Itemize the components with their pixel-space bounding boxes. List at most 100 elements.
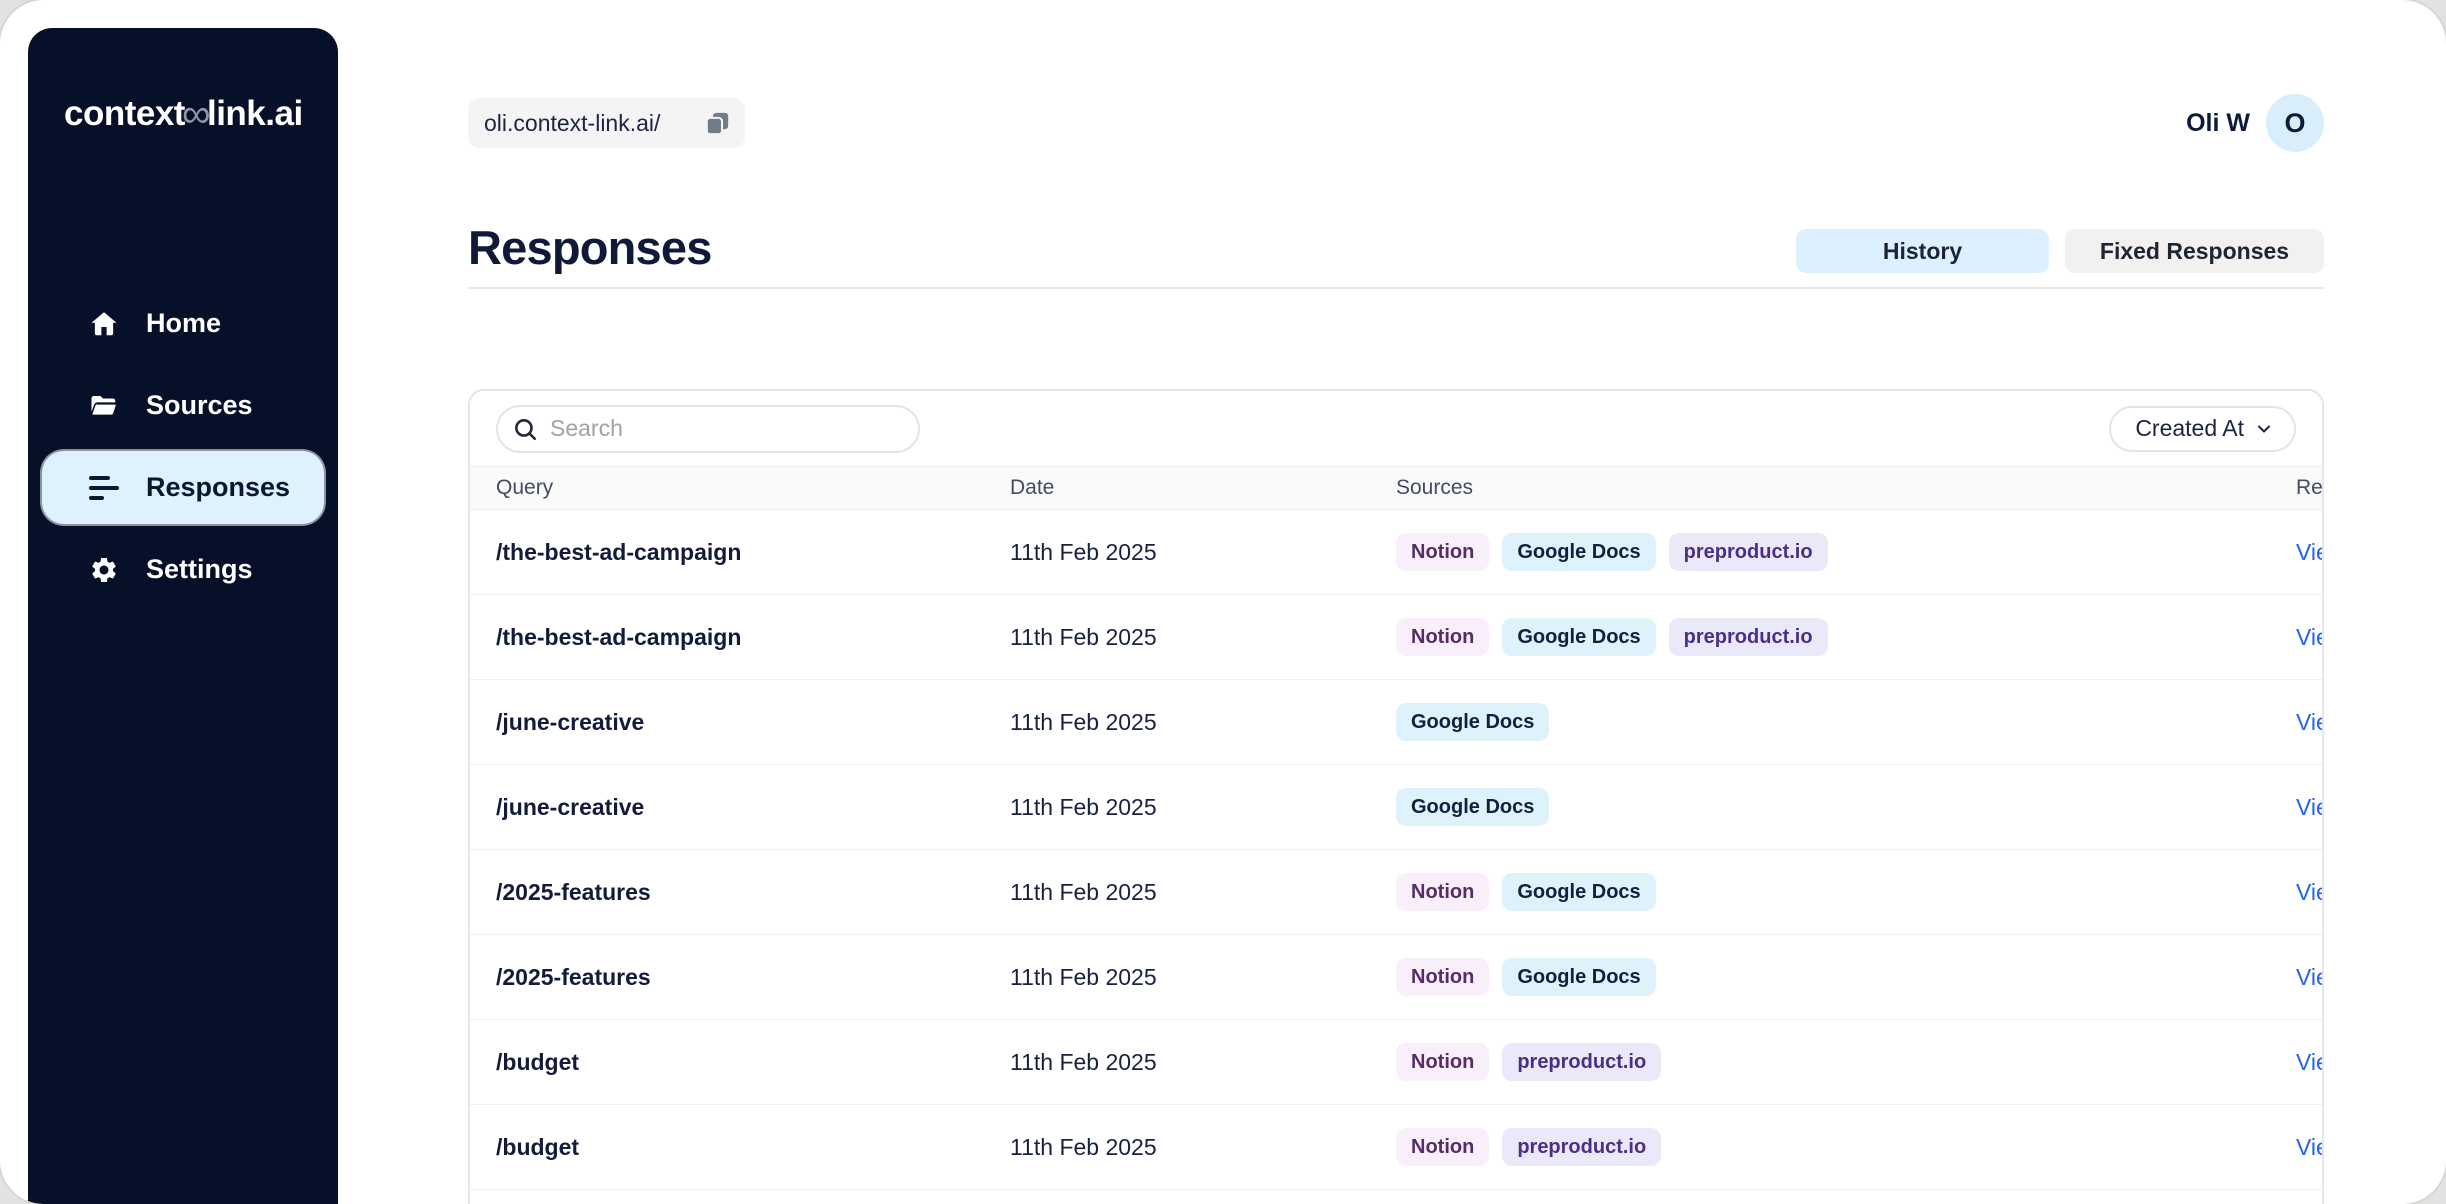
chevron-down-icon (2254, 419, 2274, 439)
query-cell: /june-creative (496, 709, 1010, 736)
view-link[interactable]: View (2296, 794, 2324, 820)
gear-icon (88, 554, 120, 586)
view-link[interactable]: View (2296, 1134, 2324, 1160)
date-cell: 11th Feb 2025 (1010, 709, 1396, 736)
date-cell: 11th Feb 2025 (1010, 879, 1396, 906)
sidebar-item-home[interactable]: Home (42, 287, 324, 360)
query-cell: /budget (496, 1134, 1010, 1161)
search-box (496, 405, 920, 453)
table-header-row: Query Date Sources Response (470, 466, 2322, 510)
page-header: Responses History Fixed Responses (468, 220, 2324, 275)
source-badge-notion: Notion (1396, 1128, 1489, 1166)
query-cell: /june-creative (496, 794, 1010, 821)
page-title: Responses (468, 220, 712, 275)
avatar[interactable]: O (2266, 94, 2324, 152)
response-cell: View (2296, 709, 2324, 736)
sidebar-item-label: Home (146, 308, 221, 339)
table-row: /june-creative 11th Feb 2025 Google Docs… (470, 765, 2322, 850)
response-cell: View (2296, 879, 2324, 906)
response-cell: View (2296, 964, 2324, 991)
query-cell: /the-best-ad-campaign (496, 539, 1010, 566)
sources-cell: Notion preproduct.io (1396, 1128, 2296, 1166)
tab-group: History Fixed Responses (1796, 229, 2324, 273)
view-link[interactable]: View (2296, 624, 2324, 650)
date-cell: 11th Feb 2025 (1010, 1049, 1396, 1076)
table-row: /june-creative 11th Feb 2025 Google Docs… (470, 680, 2322, 765)
source-badge-notion: Notion (1396, 533, 1489, 571)
table-row: /the-best-ad-campaign 11th Feb 2025 Noti… (470, 510, 2322, 595)
query-cell: /budget (496, 1049, 1010, 1076)
source-badge-notion: Notion (1396, 618, 1489, 656)
source-badge-google-docs: Google Docs (1502, 533, 1655, 571)
column-header-response: Response (2296, 476, 2324, 500)
view-link[interactable]: View (2296, 1049, 2324, 1075)
response-cell: View (2296, 624, 2324, 651)
source-badge-google-docs: Google Docs (1502, 958, 1655, 996)
view-link[interactable]: View (2296, 709, 2324, 735)
user-name: Oli W (2186, 109, 2250, 138)
sidebar-item-settings[interactable]: Settings (42, 533, 324, 606)
source-badge-preproduct: preproduct.io (1502, 1043, 1661, 1081)
sidebar-item-label: Responses (146, 472, 290, 503)
source-badge-preproduct: preproduct.io (1502, 1128, 1661, 1166)
source-badge-google-docs: Google Docs (1396, 703, 1549, 741)
query-cell: /2025-features (496, 879, 1010, 906)
main-content: oli.context-link.ai/ Oli W O Responses H… (338, 0, 2446, 1204)
table-row: /the-best-ad-campaign 11th Feb 2025 Noti… (470, 595, 2322, 680)
column-header-query: Query (496, 476, 1010, 500)
responses-table-card: Created At Query Date Sources Response /… (468, 389, 2324, 1204)
date-cell: 11th Feb 2025 (1010, 624, 1396, 651)
source-badge-google-docs: Google Docs (1502, 873, 1655, 911)
view-link[interactable]: View (2296, 964, 2324, 990)
column-header-sources: Sources (1396, 476, 2296, 500)
url-bar: oli.context-link.ai/ (468, 98, 745, 148)
list-icon (88, 472, 120, 504)
source-badge-google-docs: Google Docs (1396, 788, 1549, 826)
home-icon (88, 308, 120, 340)
app-window: context∞link.ai Home Sources Responses (0, 0, 2446, 1204)
source-badge-preproduct: preproduct.io (1669, 533, 1828, 571)
view-link[interactable]: View (2296, 539, 2324, 565)
view-link[interactable]: View (2296, 879, 2324, 905)
tab-history[interactable]: History (1796, 229, 2049, 273)
column-header-date: Date (1010, 476, 1396, 500)
response-cell: View (2296, 1134, 2324, 1161)
source-badge-preproduct: preproduct.io (1669, 618, 1828, 656)
sidebar-item-sources[interactable]: Sources (42, 369, 324, 442)
infinity-link-icon: ∞ (182, 92, 210, 136)
sources-cell: Notion Google Docs preproduct.io (1396, 618, 2296, 656)
table-row: /2025-features 11th Feb 2025 Notion Goog… (470, 935, 2322, 1020)
sources-cell: Notion preproduct.io (1396, 1043, 2296, 1081)
response-cell: View (2296, 794, 2324, 821)
header-divider (468, 287, 2324, 289)
sources-cell: Notion Google Docs (1396, 958, 2296, 996)
query-cell: /the-best-ad-campaign (496, 624, 1010, 651)
search-input[interactable] (496, 405, 920, 453)
url-text: oli.context-link.ai/ (484, 110, 660, 137)
query-cell: /2025-features (496, 964, 1010, 991)
table-row: /budget 11th Feb 2025 Notion preproduct.… (470, 1020, 2322, 1105)
source-badge-notion: Notion (1396, 1043, 1489, 1081)
sources-cell: Google Docs (1396, 788, 2296, 826)
topbar: oli.context-link.ai/ Oli W O (468, 94, 2324, 152)
response-cell: View (2296, 539, 2324, 566)
logo-text-left: context (64, 94, 185, 133)
sidebar-item-label: Settings (146, 554, 253, 585)
sidebar-item-label: Sources (146, 390, 253, 421)
date-cell: 11th Feb 2025 (1010, 1134, 1396, 1161)
date-cell: 11th Feb 2025 (1010, 964, 1396, 991)
sort-label: Created At (2135, 415, 2244, 442)
table-row: /budget 11th Feb 2025 Notion preproduct.… (470, 1105, 2322, 1190)
sidebar-item-responses[interactable]: Responses (42, 451, 324, 524)
copy-icon[interactable] (704, 110, 731, 137)
logo-text-right: link.ai (207, 94, 303, 133)
brand-logo: context∞link.ai (28, 92, 338, 137)
tab-fixed-responses[interactable]: Fixed Responses (2065, 229, 2324, 273)
folder-icon (88, 390, 120, 422)
source-badge-google-docs: Google Docs (1502, 618, 1655, 656)
sidebar-nav: Home Sources Responses Settings (28, 287, 338, 606)
sort-dropdown[interactable]: Created At (2109, 406, 2296, 452)
source-badge-notion: Notion (1396, 873, 1489, 911)
user-menu: Oli W O (2186, 94, 2324, 152)
date-cell: 11th Feb 2025 (1010, 794, 1396, 821)
